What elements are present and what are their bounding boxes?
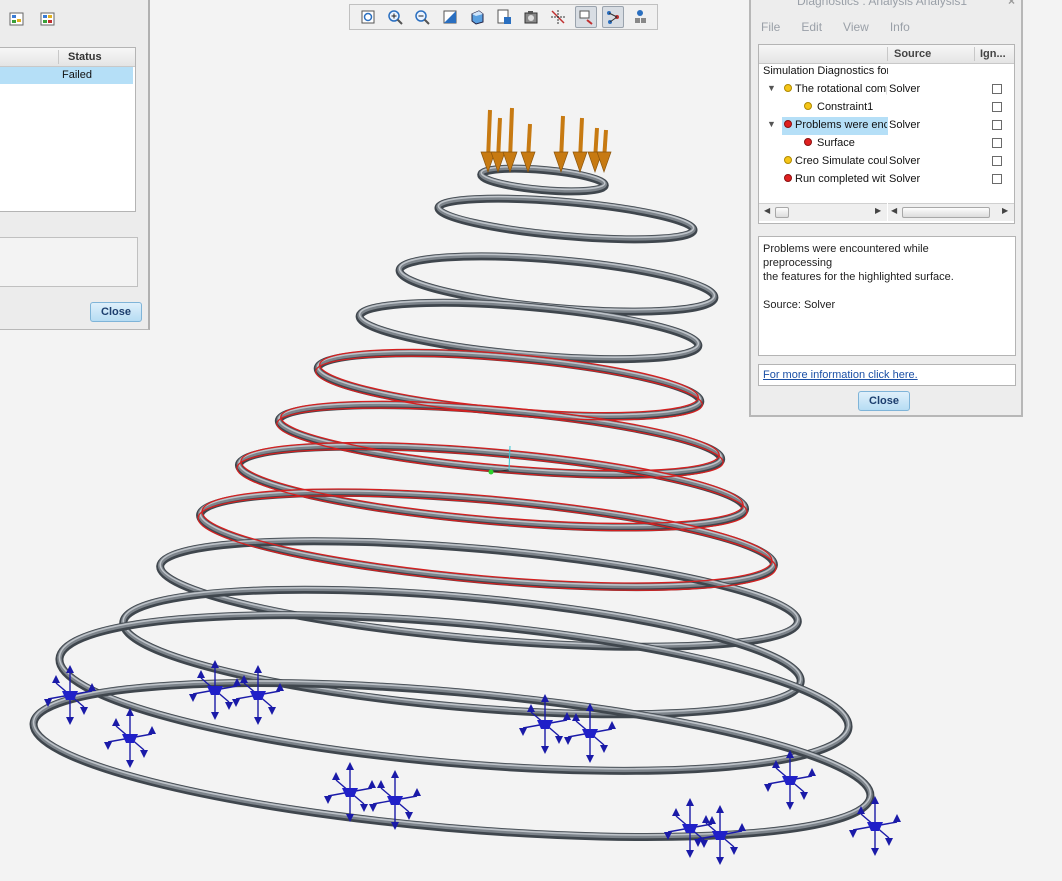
diagnostic-source: Solver (889, 83, 921, 95)
dialog-title: Diagnostics : Analysis Analysis1 (797, 0, 968, 8)
more-info-box: For more information click here. (758, 364, 1016, 386)
message-line (763, 284, 1011, 298)
diagnostic-name: Run completed wit (795, 173, 886, 185)
load-arrow-icon[interactable] (490, 117, 506, 174)
new-analysis-icon[interactable] (6, 8, 28, 30)
constraint-symbol-icon[interactable] (189, 660, 241, 720)
tree-header: Source Ign... (759, 45, 1014, 64)
error-icon (804, 138, 812, 146)
load-arrows[interactable] (480, 107, 612, 174)
diagnostics-dialog: Diagnostics : Analysis Analysis1 × File E… (749, 0, 1023, 417)
tree-root: Simulation Diagnostics for (759, 63, 1014, 81)
saved-orientations-icon[interactable] (493, 6, 515, 28)
diagnostic-message: Problems were encountered while preproce… (758, 236, 1016, 356)
left-close-button[interactable]: Close (90, 302, 142, 322)
analyses-table: Status Failed (0, 47, 136, 212)
analysis-status: Failed (62, 69, 92, 81)
load-arrow-icon[interactable] (587, 127, 603, 174)
status-column-header[interactable]: Status (68, 51, 102, 63)
diagnostic-source: Solver (889, 173, 921, 185)
view-toolbar (349, 4, 658, 30)
tree-row[interactable]: Surface (759, 135, 1014, 153)
tree-row[interactable]: ▼ Problems were enc Solver (759, 117, 1014, 135)
analyses-panel: Status Failed Close (0, 0, 150, 330)
constraint-symbol-icon[interactable] (104, 708, 156, 768)
diagnostic-name: The rotational comp (795, 83, 887, 95)
message-source: Source: Solver (763, 299, 836, 311)
diagnostic-name: Constraint1 (817, 101, 874, 113)
repaint-icon[interactable] (439, 6, 461, 28)
menu-file[interactable]: File (761, 20, 780, 34)
zoom-out-icon[interactable] (411, 6, 433, 28)
view-manager-icon[interactable] (520, 6, 542, 28)
error-icon (784, 174, 792, 182)
ignore-checkbox[interactable] (992, 138, 1002, 148)
diagnostic-source: Solver (889, 155, 921, 167)
analysis-row[interactable]: Failed (0, 67, 133, 84)
load-arrow-icon[interactable] (572, 117, 588, 174)
menu-view[interactable]: View (843, 20, 869, 34)
display-style-icon[interactable] (466, 6, 488, 28)
diagnostic-name: Surface (817, 137, 855, 149)
diagnostic-source: Solver (889, 119, 921, 131)
menu-edit[interactable]: Edit (801, 20, 822, 34)
warning-icon (784, 156, 792, 164)
constraint-symbol-icon[interactable] (849, 796, 901, 856)
load-arrow-icon[interactable] (480, 109, 496, 174)
name-column-scrollbar[interactable]: ◀ ▶ (759, 203, 887, 221)
load-arrow-icon[interactable] (596, 129, 612, 174)
tree-row[interactable]: Creo Simulate coul Solver (759, 153, 1014, 171)
diagnostics-close-button[interactable]: Close (858, 391, 910, 411)
constraint-symbol-icon[interactable] (664, 798, 716, 858)
menu-bar: File Edit View Info (761, 20, 931, 34)
ignore-column-header[interactable]: Ign... (980, 48, 1006, 60)
load-arrow-icon[interactable] (502, 107, 518, 174)
message-line: Problems were encountered while (763, 243, 929, 255)
spin-center-icon[interactable] (574, 6, 597, 28)
ignore-checkbox[interactable] (992, 120, 1002, 130)
load-arrow-icon[interactable] (553, 115, 569, 174)
expand-arrow-icon[interactable]: ▼ (767, 83, 776, 93)
ignore-checkbox[interactable] (992, 84, 1002, 94)
refit-icon[interactable] (357, 6, 379, 28)
error-icon (784, 120, 792, 128)
tree-root-label: Simulation Diagnostics for (763, 65, 888, 77)
ignore-checkbox[interactable] (992, 156, 1002, 166)
analyses-table-header: Status (0, 48, 135, 67)
source-column-header[interactable]: Source (894, 48, 931, 60)
diagnostics-tree: Source Ign... Simulation Diagnostics for… (758, 44, 1015, 224)
zoom-in-icon[interactable] (384, 6, 406, 28)
close-icon[interactable]: × (1008, 0, 1015, 8)
model-tree-icon[interactable] (629, 6, 651, 28)
tree-row[interactable]: ▼ The rotational comp Solver (759, 81, 1014, 99)
analysis-message-area (0, 237, 138, 287)
edit-analysis-icon[interactable] (37, 8, 59, 30)
annotation-display-icon[interactable] (601, 6, 624, 28)
tree-row[interactable]: Run completed wit Solver (759, 171, 1014, 189)
detail-column-scrollbar[interactable]: ◀ ▶ (888, 203, 1014, 221)
ignore-checkbox[interactable] (992, 102, 1002, 112)
diagnostic-name: Creo Simulate coul (795, 155, 887, 167)
warning-icon (804, 102, 812, 110)
tree-row[interactable]: Constraint1 (759, 99, 1014, 117)
ignore-checkbox[interactable] (992, 174, 1002, 184)
expand-arrow-icon[interactable]: ▼ (767, 119, 776, 129)
message-line: preprocessing (763, 257, 833, 269)
datum-display-icon[interactable] (547, 6, 569, 28)
menu-info[interactable]: Info (890, 20, 910, 34)
diagnostic-name: Problems were enc (795, 119, 887, 131)
more-info-link[interactable]: For more information click here. (763, 369, 918, 381)
warning-icon (784, 84, 792, 92)
message-line: the features for the highlighted surface… (763, 271, 954, 283)
